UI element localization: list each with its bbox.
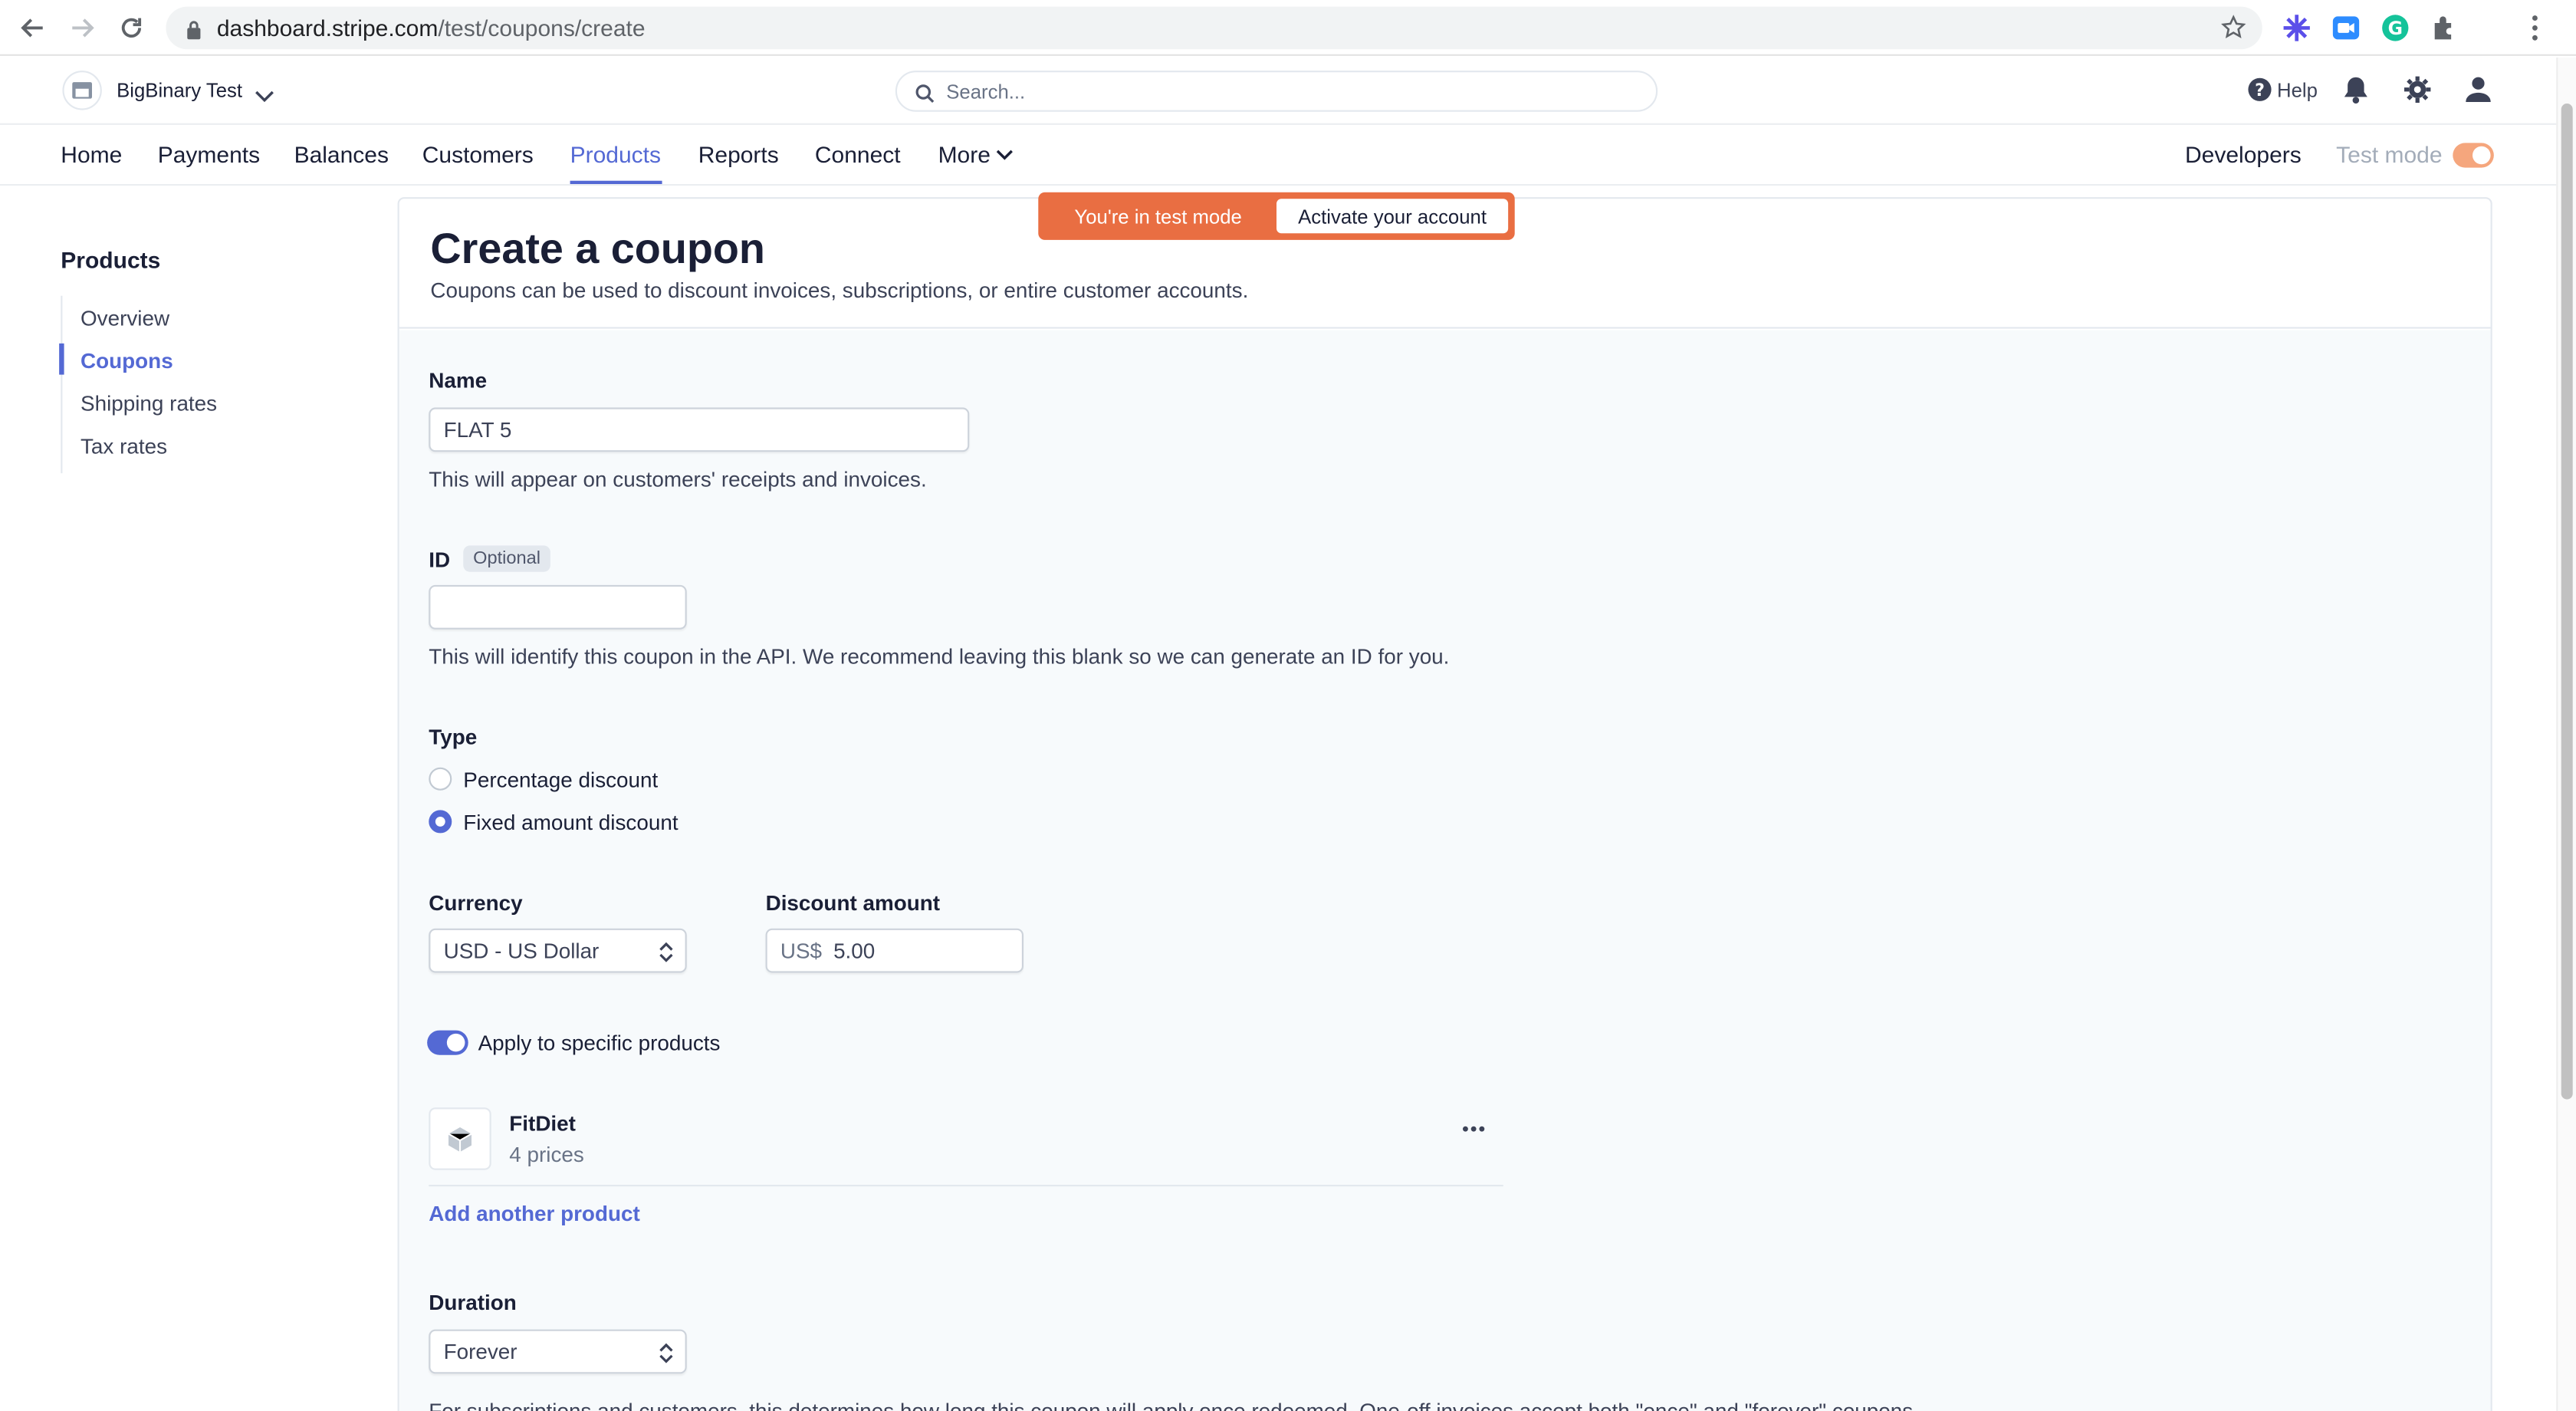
id-help: This will identify this coupon in the AP… xyxy=(429,644,1450,669)
product-thumbnail xyxy=(429,1107,491,1170)
sidebar-item-overview[interactable]: Overview xyxy=(80,306,169,331)
developers-link[interactable]: Developers xyxy=(2185,141,2302,167)
reload-icon[interactable] xyxy=(115,12,148,44)
puzzle-extensions-icon[interactable] xyxy=(2430,13,2459,43)
page-title: Create a coupon xyxy=(430,223,765,273)
nav-payments[interactable]: Payments xyxy=(158,141,260,167)
svg-text:?: ? xyxy=(2255,81,2265,100)
name-help: This will appear on customers' receipts … xyxy=(429,466,927,492)
id-field[interactable] xyxy=(429,584,687,630)
nav-more-label: More xyxy=(938,141,991,168)
discount-amount-value: 5.00 xyxy=(833,938,876,963)
bookmark-star-icon[interactable] xyxy=(2220,15,2246,48)
sidebar-item-coupons[interactable]: Coupons xyxy=(80,348,173,373)
banner-message: You're in test mode xyxy=(1074,205,1242,229)
scrollbar-thumb[interactable] xyxy=(2561,104,2573,1100)
chevron-down-icon[interactable] xyxy=(255,82,274,112)
nav-connect[interactable]: Connect xyxy=(815,141,901,167)
search-icon xyxy=(915,82,935,112)
test-mode-toggle[interactable] xyxy=(2453,143,2494,168)
user-profile-icon[interactable] xyxy=(2464,76,2492,112)
lock-icon xyxy=(186,18,202,48)
currency-prefix: US$ xyxy=(780,938,823,963)
product-divider xyxy=(429,1185,1503,1187)
nav-products[interactable]: Products xyxy=(570,141,661,167)
percentage-discount-label[interactable]: Percentage discount xyxy=(463,768,658,792)
toggle-knob xyxy=(446,1033,465,1052)
search-placeholder: Search... xyxy=(946,81,1026,104)
currency-select[interactable]: USD - US Dollar xyxy=(429,928,687,973)
optional-badge: Optional xyxy=(463,545,550,572)
page-scrollbar[interactable] xyxy=(2556,58,2576,1411)
discount-amount-label: Discount amount xyxy=(765,890,941,916)
type-label: Type xyxy=(429,725,478,750)
sidebar-title: Products xyxy=(61,246,161,273)
id-label: ID xyxy=(429,547,451,572)
back-arrow-icon[interactable] xyxy=(16,12,49,44)
more-options-icon[interactable] xyxy=(1460,1116,1487,1150)
select-arrows-icon xyxy=(659,1343,673,1369)
fixed-amount-discount-label[interactable]: Fixed amount discount xyxy=(463,810,678,834)
svg-text:G: G xyxy=(2388,18,2403,39)
page-subtitle: Coupons can be used to discount invoices… xyxy=(430,278,1249,303)
apply-specific-products-toggle[interactable] xyxy=(427,1030,468,1055)
grammarly-icon[interactable]: G xyxy=(2380,13,2410,43)
sidebar-item-tax-rates[interactable]: Tax rates xyxy=(80,434,167,459)
toggle-knob xyxy=(2472,146,2491,165)
test-mode-banner: You're in test mode Activate your accoun… xyxy=(1038,192,1515,240)
currency-label: Currency xyxy=(429,890,523,916)
apply-specific-products-label: Apply to specific products xyxy=(478,1030,721,1055)
add-another-product-link[interactable]: Add another product xyxy=(429,1201,639,1225)
activate-account-button[interactable]: Activate your account xyxy=(1276,199,1509,234)
screen: dashboard.stripe.com/test/coupons/create… xyxy=(0,0,2576,1411)
browser-toolbar: dashboard.stripe.com/test/coupons/create… xyxy=(0,0,2576,56)
nav-customers[interactable]: Customers xyxy=(422,141,534,167)
nav-more[interactable]: More xyxy=(938,141,1014,168)
discount-amount-field[interactable]: US$ 5.00 xyxy=(765,928,1024,973)
sidebar-item-shipping-rates[interactable]: Shipping rates xyxy=(80,391,217,416)
sidebar-list: Overview Coupons Shipping rates Tax rate… xyxy=(61,295,356,474)
name-field[interactable]: FLAT 5 xyxy=(429,407,970,452)
browser-menu-icon[interactable] xyxy=(2530,13,2540,51)
nav-balances[interactable]: Balances xyxy=(294,141,389,167)
currency-value: USD - US Dollar xyxy=(443,938,600,963)
extension-star-icon[interactable] xyxy=(2282,13,2312,43)
form-body xyxy=(399,330,2491,1411)
create-coupon-panel: Create a coupon Coupons can be used to d… xyxy=(397,197,2492,1411)
nav-reports[interactable]: Reports xyxy=(698,141,779,167)
search-input[interactable]: Search... xyxy=(895,71,1658,112)
test-mode-label: Test mode xyxy=(2336,141,2443,168)
duration-label: Duration xyxy=(429,1290,517,1315)
select-arrows-icon xyxy=(659,942,673,968)
duration-help: For subscriptions and customers, this de… xyxy=(429,1398,1919,1411)
product-prices: 4 prices xyxy=(509,1142,584,1167)
help-label: Help xyxy=(2277,77,2318,101)
percentage-discount-radio[interactable] xyxy=(429,767,452,791)
box-icon xyxy=(448,1126,472,1152)
video-extension-icon[interactable] xyxy=(2331,13,2361,43)
gear-icon[interactable] xyxy=(2404,76,2431,112)
forward-arrow-icon[interactable] xyxy=(66,12,99,44)
url-text: dashboard.stripe.com/test/coupons/create xyxy=(216,15,646,41)
name-label: Name xyxy=(429,368,488,393)
account-store-icon[interactable] xyxy=(62,71,102,110)
product-name: FitDiet xyxy=(509,1110,576,1136)
duration-value: Forever xyxy=(443,1339,518,1364)
chevron-down-icon xyxy=(996,149,1013,160)
address-bar[interactable]: dashboard.stripe.com/test/coupons/create xyxy=(166,6,2262,50)
bell-icon[interactable] xyxy=(2343,76,2369,112)
name-value: FLAT 5 xyxy=(443,417,512,442)
fixed-amount-discount-radio[interactable] xyxy=(429,810,452,834)
nav-home[interactable]: Home xyxy=(61,141,122,167)
account-name[interactable]: BigBinary Test xyxy=(117,79,242,102)
sidebar-active-indicator xyxy=(59,343,64,375)
main-nav: Home Payments Balances Customers Product… xyxy=(0,125,2576,186)
stripe-topbar: BigBinary Test Search... ? Help xyxy=(0,58,2576,125)
duration-select[interactable]: Forever xyxy=(429,1329,687,1374)
help-button[interactable]: ? Help xyxy=(2247,77,2318,102)
help-icon: ? xyxy=(2248,77,2272,101)
active-tab-indicator xyxy=(570,180,662,184)
